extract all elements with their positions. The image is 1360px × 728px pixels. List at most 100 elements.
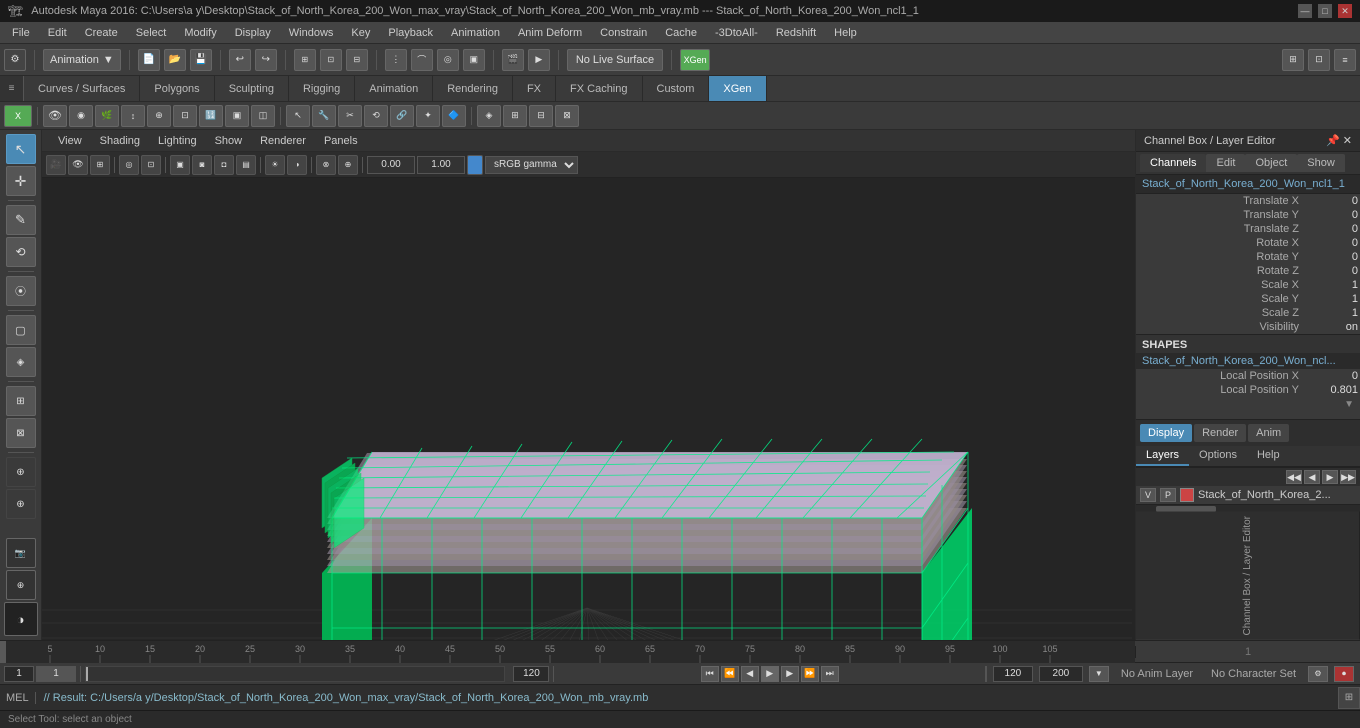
tool-b5[interactable]: ⊕ [147, 105, 171, 127]
scene-area[interactable]: X Y Z persp [42, 178, 1135, 640]
vp-menu-lighting[interactable]: Lighting [150, 133, 205, 149]
shadows-icon[interactable]: ◑ [287, 155, 307, 175]
tool-b19[interactable]: ⊟ [529, 105, 553, 127]
tab-channels[interactable]: Channels [1140, 154, 1206, 172]
snap-to-curve-icon[interactable]: ⌒ [411, 49, 433, 71]
tool-b7[interactable]: 🔢 [199, 105, 223, 127]
tab-layer-help[interactable]: Help [1247, 446, 1290, 466]
sidebar-toggle[interactable]: ≡ [0, 76, 24, 101]
play-begin-button[interactable]: ⏮ [701, 666, 719, 682]
tool-b12[interactable]: ✂ [338, 105, 362, 127]
tab-curves-surfaces[interactable]: Curves / Surfaces [24, 76, 140, 101]
tab-fx[interactable]: FX [513, 76, 556, 101]
paint-tool-button[interactable]: ✎ [6, 205, 36, 235]
tab-edit[interactable]: Edit [1206, 154, 1245, 172]
exposure-input[interactable] [367, 156, 415, 174]
menu-constrain[interactable]: Constrain [592, 25, 655, 41]
menu-anim-deform[interactable]: Anim Deform [510, 25, 590, 41]
select-tool-button[interactable]: ↖ [6, 134, 36, 164]
tool-b3[interactable]: 🌿 [95, 105, 119, 127]
close-button[interactable]: ✕ [1338, 4, 1352, 18]
snap-to-grid-icon[interactable]: ⋮ [385, 49, 407, 71]
select-by-component-icon[interactable]: ⊟ [346, 49, 368, 71]
menu-cache[interactable]: Cache [657, 25, 705, 41]
no-live-surface-button[interactable]: No Live Surface [567, 49, 663, 71]
layer-arrow-right-icon[interactable]: ▶▶ [1340, 470, 1356, 484]
anim-end-frame-input[interactable] [993, 666, 1033, 682]
tab-layers[interactable]: Layers [1136, 446, 1189, 466]
gizmo-icon[interactable]: ⊕ [6, 570, 36, 600]
layer-color-swatch[interactable] [1180, 488, 1194, 502]
smooth-shade-icon[interactable]: ◙ [192, 155, 212, 175]
lt-btn-extra1[interactable]: ⊕ [6, 457, 36, 487]
isolate-icon[interactable]: ◎ [119, 155, 139, 175]
tool-b14[interactable]: 🔗 [390, 105, 414, 127]
panel-layout-icon[interactable]: ⊡ [1308, 49, 1330, 71]
tab-rendering[interactable]: Rendering [433, 76, 513, 101]
new-scene-icon[interactable]: 📄 [138, 49, 160, 71]
layer-arrow-back-icon[interactable]: ◀ [1304, 470, 1320, 484]
tab-fx-caching[interactable]: FX Caching [556, 76, 642, 101]
animation-mode-dropdown[interactable]: Animation ▼ [43, 49, 121, 71]
tool-b8[interactable]: ▣ [225, 105, 249, 127]
lasso-tool-button[interactable]: ⦿ [6, 276, 36, 306]
tab-options[interactable]: Options [1189, 446, 1247, 466]
color-swatch[interactable] [467, 155, 483, 175]
rp-pin-icon[interactable]: 📌 [1326, 134, 1340, 147]
char-set-options-button[interactable]: ⚙ [1308, 666, 1328, 682]
camera-bookmark-icon[interactable]: 🎥 [46, 155, 66, 175]
maximize-button[interactable]: □ [1318, 4, 1332, 18]
tab-rigging[interactable]: Rigging [289, 76, 355, 101]
menu-redshift[interactable]: Redshift [768, 25, 824, 41]
wireframe-icon[interactable]: ▣ [170, 155, 190, 175]
tab-xgen[interactable]: XGen [709, 76, 766, 101]
mel-expand-button[interactable]: ⊞ [1338, 687, 1360, 709]
tab-render[interactable]: Render [1194, 424, 1246, 442]
playback-scrubber[interactable] [85, 666, 505, 682]
play-next-key-button[interactable]: ⏩ [801, 666, 819, 682]
fps-dropdown-button[interactable]: ▼ [1089, 666, 1109, 682]
menu-animation[interactable]: Animation [443, 25, 508, 41]
settings-gear-icon[interactable]: ⚙ [4, 49, 26, 71]
menu-help[interactable]: Help [826, 25, 865, 41]
vp-menu-renderer[interactable]: Renderer [252, 133, 314, 149]
flat-shade-icon[interactable]: ◘ [214, 155, 234, 175]
tool-xgen-icon[interactable]: X [4, 105, 32, 127]
play-forward-button[interactable]: ▶ [761, 666, 779, 682]
menu-3dto[interactable]: -3DtoAll- [707, 25, 766, 41]
rp-close-icon[interactable]: ✕ [1343, 134, 1352, 147]
joints-icon[interactable]: ⊕ [338, 155, 358, 175]
tool-b17[interactable]: ◈ [477, 105, 501, 127]
tool-b6[interactable]: ⊡ [173, 105, 197, 127]
menu-display[interactable]: Display [227, 25, 279, 41]
open-file-icon[interactable]: 📂 [164, 49, 186, 71]
tool-b16[interactable]: 🔷 [442, 105, 466, 127]
brush-icon[interactable]: ◑ [4, 602, 38, 636]
textured-icon[interactable]: ▤ [236, 155, 256, 175]
tool-b15[interactable]: ✦ [416, 105, 440, 127]
autokey-button[interactable]: ⏺ [1334, 666, 1354, 682]
gamma-select[interactable]: sRGB gamma [485, 156, 578, 174]
menu-playback[interactable]: Playback [380, 25, 441, 41]
render-frame-icon[interactable]: ▶ [528, 49, 550, 71]
tool-b2[interactable]: ◉ [69, 105, 93, 127]
playback-end-input[interactable] [513, 666, 549, 682]
layer-pickable-button[interactable]: P [1160, 488, 1176, 502]
vp-menu-panels[interactable]: Panels [316, 133, 366, 149]
rotate-tool-button[interactable]: ⟲ [6, 237, 36, 267]
tab-animation[interactable]: Animation [355, 76, 433, 101]
channel-box-scroll[interactable]: Stack_of_North_Korea_200_Won_ncl1_1 Tran… [1136, 175, 1360, 419]
snap-to-point-icon[interactable]: ◎ [437, 49, 459, 71]
play-next-frame-button[interactable]: ▶ [781, 666, 799, 682]
minimize-button[interactable]: — [1298, 4, 1312, 18]
camera-icon[interactable]: 📷 [6, 538, 36, 568]
shapes-object-name[interactable]: Stack_of_North_Korea_200_Won_ncl... [1136, 353, 1360, 369]
persp-view-icon[interactable]: 👁 [68, 155, 88, 175]
tab-object[interactable]: Object [1245, 154, 1297, 172]
frame-start-input[interactable] [4, 666, 34, 682]
tab-sculpting[interactable]: Sculpting [215, 76, 289, 101]
menu-key[interactable]: Key [343, 25, 378, 41]
soft-select-button[interactable]: ◈ [6, 347, 36, 377]
redo-icon[interactable]: ↪ [255, 49, 277, 71]
lt-btn-extra2[interactable]: ⊕ [6, 489, 36, 519]
